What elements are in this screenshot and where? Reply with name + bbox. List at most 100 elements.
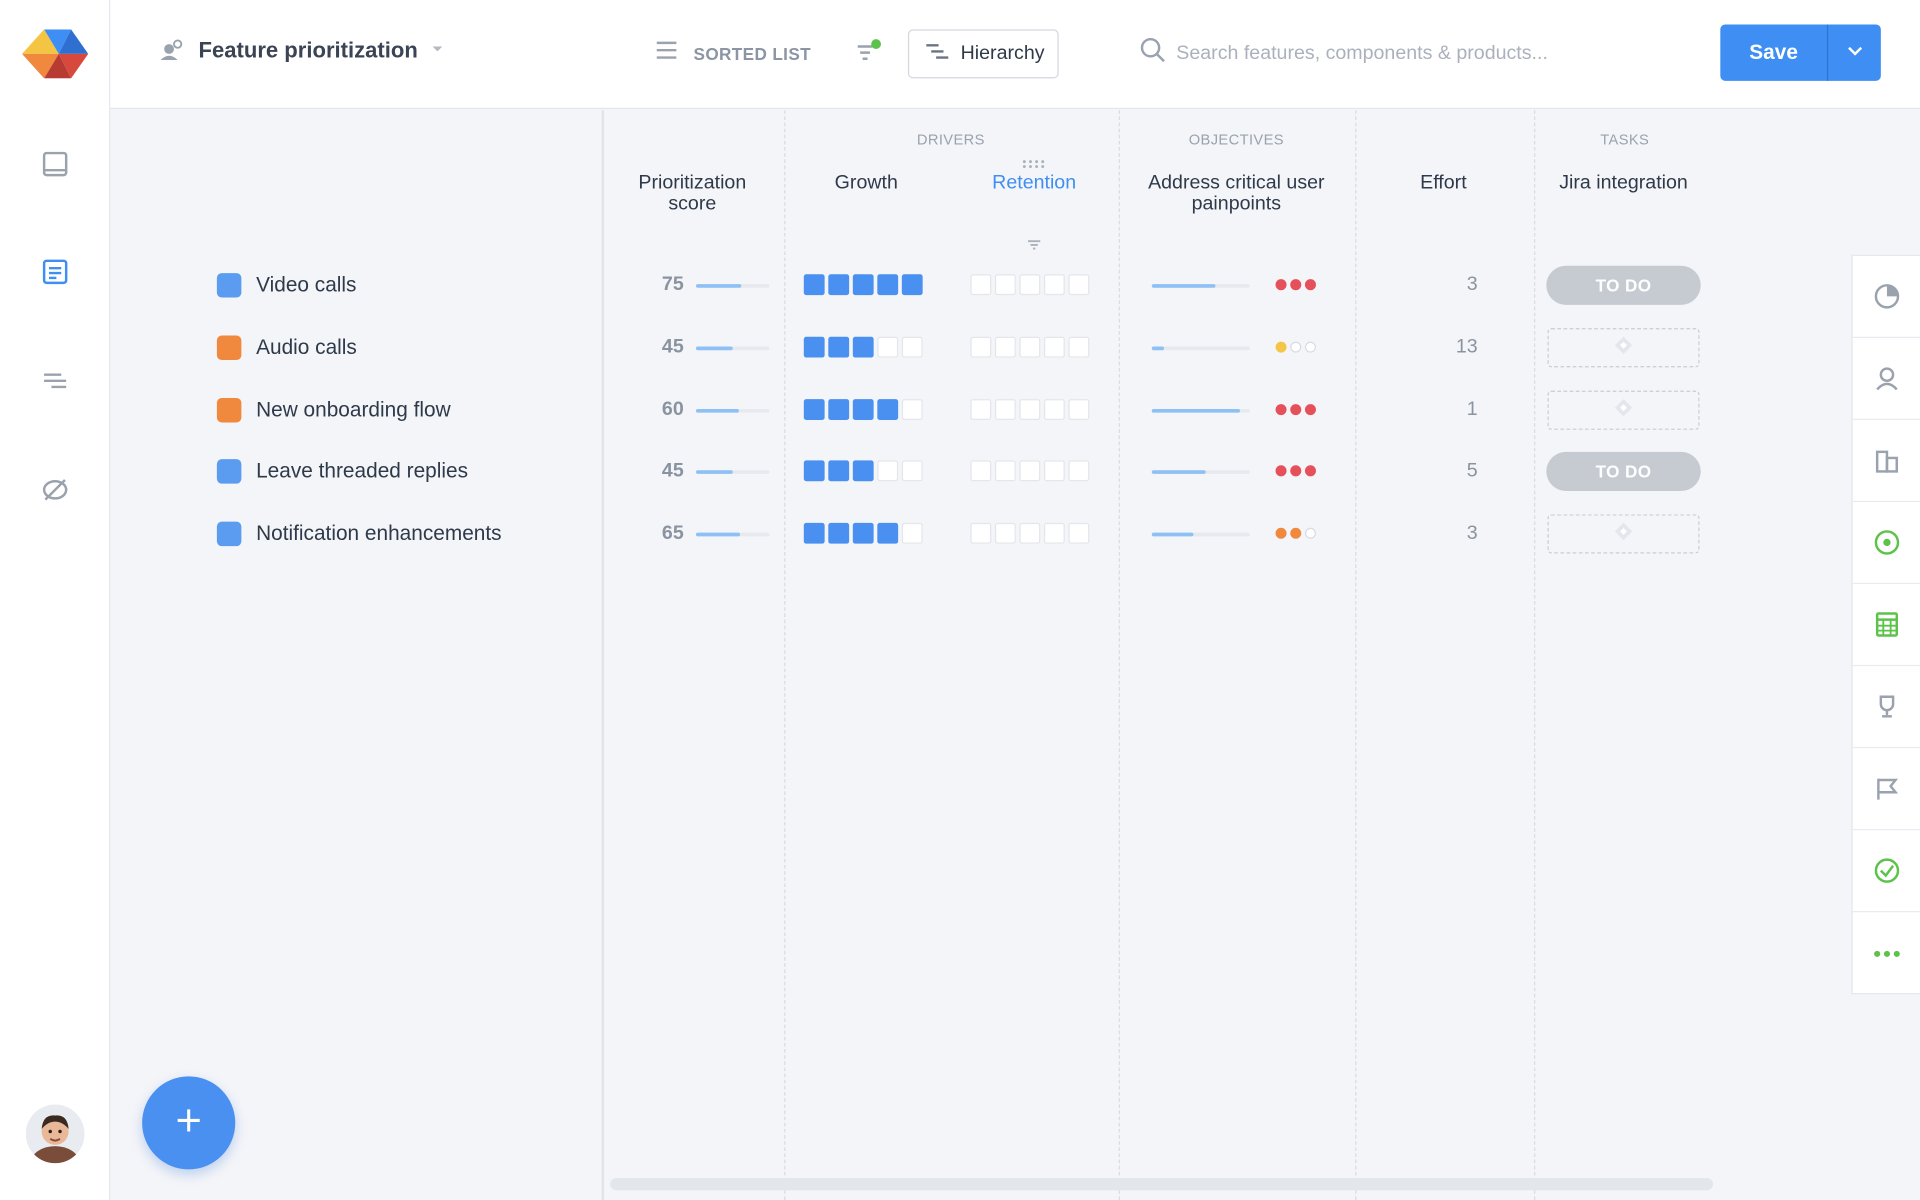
pie-chart-icon[interactable] (1852, 256, 1920, 338)
growth-rating-box[interactable] (852, 522, 874, 544)
search-input[interactable] (1176, 42, 1642, 65)
impact-dot[interactable] (1304, 341, 1316, 353)
retention-rating-box[interactable] (1043, 336, 1065, 358)
growth-rating[interactable] (803, 522, 923, 544)
growth-rating[interactable] (803, 460, 923, 482)
objective-impact-dots[interactable] (1275, 527, 1316, 539)
growth-rating-box[interactable] (852, 399, 874, 421)
filter-button[interactable] (853, 37, 885, 69)
retention-rating-box[interactable] (970, 336, 992, 358)
growth-rating-box[interactable] (877, 336, 899, 358)
feature-row[interactable]: Audio calls (216, 329, 357, 366)
jira-status-pill[interactable]: TO DO (1546, 265, 1701, 305)
growth-rating-box[interactable] (828, 336, 850, 358)
more-icon[interactable] (1853, 912, 1920, 994)
retention-rating[interactable] (970, 274, 1090, 296)
retention-rating[interactable] (970, 399, 1090, 421)
retention-rating-box[interactable] (1068, 522, 1090, 544)
impact-dot[interactable] (1290, 527, 1302, 539)
retention-rating-box[interactable] (1019, 522, 1041, 544)
objective-impact-dots[interactable] (1275, 404, 1316, 416)
retention-rating-box[interactable] (1068, 399, 1090, 421)
column-header-jira[interactable]: Jira integration (1544, 173, 1703, 194)
calculator-icon[interactable] (1852, 584, 1920, 667)
growth-rating-box[interactable] (852, 460, 874, 482)
growth-rating[interactable] (803, 336, 923, 358)
column-header-score[interactable]: Prioritization score (619, 173, 766, 215)
impact-dot[interactable] (1275, 341, 1287, 353)
impact-dot[interactable] (1275, 527, 1287, 539)
growth-rating-box[interactable] (803, 460, 825, 482)
impact-dot[interactable] (1290, 341, 1302, 353)
horizontal-scrollbar[interactable] (610, 1177, 1713, 1191)
retention-rating-box[interactable] (970, 274, 992, 296)
building-icon[interactable] (1852, 420, 1920, 503)
retention-rating-box[interactable] (1068, 274, 1090, 296)
growth-rating-box[interactable] (828, 522, 850, 544)
growth-rating-box[interactable] (901, 274, 923, 296)
notes-icon[interactable] (37, 253, 74, 290)
retention-rating-box[interactable] (970, 522, 992, 544)
growth-rating-box[interactable] (852, 336, 874, 358)
trophy-icon[interactable] (1852, 666, 1920, 749)
objective-impact-dots[interactable] (1275, 341, 1316, 353)
column-header-objective[interactable]: Address critical user painpoints (1132, 173, 1340, 215)
impact-dot[interactable] (1304, 279, 1316, 291)
jira-link-placeholder[interactable] (1547, 390, 1700, 430)
growth-rating-box[interactable] (877, 522, 899, 544)
objective-impact-dots[interactable] (1275, 279, 1316, 291)
user-avatar[interactable] (25, 1104, 85, 1164)
retention-rating[interactable] (970, 336, 1090, 358)
impact-dot[interactable] (1304, 404, 1316, 416)
inbox-icon[interactable] (37, 146, 74, 183)
growth-rating-box[interactable] (877, 460, 899, 482)
retention-rating[interactable] (970, 460, 1090, 482)
add-feature-button[interactable] (142, 1076, 236, 1170)
flag-icon[interactable] (1852, 748, 1920, 831)
growth-rating-box[interactable] (877, 399, 899, 421)
save-button[interactable]: Save (1720, 24, 1829, 81)
growth-rating-box[interactable] (803, 399, 825, 421)
insights-icon[interactable] (37, 471, 74, 508)
growth-rating-box[interactable] (901, 460, 923, 482)
impact-dot[interactable] (1275, 404, 1287, 416)
check-circle-icon[interactable] (1852, 830, 1920, 913)
impact-dot[interactable] (1290, 465, 1302, 477)
column-header-growth[interactable]: Growth (799, 173, 934, 194)
user-icon[interactable] (1852, 338, 1920, 421)
growth-rating[interactable] (803, 399, 923, 421)
retention-rating[interactable] (970, 522, 1090, 544)
growth-rating-box[interactable] (828, 274, 850, 296)
effort-value[interactable]: 3 (1429, 523, 1478, 545)
productboard-logo[interactable] (22, 29, 89, 79)
feature-row[interactable]: Video calls (216, 267, 356, 304)
effort-value[interactable]: 5 (1429, 460, 1478, 482)
effort-value[interactable]: 13 (1429, 337, 1478, 359)
retention-rating-box[interactable] (1068, 336, 1090, 358)
impact-dot[interactable] (1275, 279, 1287, 291)
retention-rating-box[interactable] (994, 336, 1016, 358)
growth-rating-box[interactable] (803, 336, 825, 358)
growth-rating-box[interactable] (803, 274, 825, 296)
retention-rating-box[interactable] (994, 460, 1016, 482)
retention-rating-box[interactable] (1019, 274, 1041, 296)
growth-rating-box[interactable] (828, 399, 850, 421)
board-selector[interactable]: Feature prioritization (159, 34, 445, 67)
retention-rating-box[interactable] (1068, 460, 1090, 482)
impact-dot[interactable] (1304, 465, 1316, 477)
feature-row[interactable]: Leave threaded replies (216, 453, 468, 490)
sort-icon[interactable] (1027, 235, 1042, 257)
jira-status-pill[interactable]: TO DO (1546, 451, 1701, 492)
effort-value[interactable]: 1 (1429, 399, 1478, 421)
growth-rating-box[interactable] (852, 274, 874, 296)
retention-rating-box[interactable] (1019, 460, 1041, 482)
jira-link-placeholder[interactable] (1547, 328, 1700, 368)
retention-rating-box[interactable] (1043, 460, 1065, 482)
growth-rating-box[interactable] (828, 460, 850, 482)
impact-dot[interactable] (1290, 279, 1302, 291)
retention-rating-box[interactable] (970, 399, 992, 421)
retention-rating-box[interactable] (1043, 274, 1065, 296)
jira-link-placeholder[interactable] (1547, 514, 1700, 554)
impact-dot[interactable] (1304, 527, 1316, 539)
objective-impact-dots[interactable] (1275, 465, 1316, 477)
